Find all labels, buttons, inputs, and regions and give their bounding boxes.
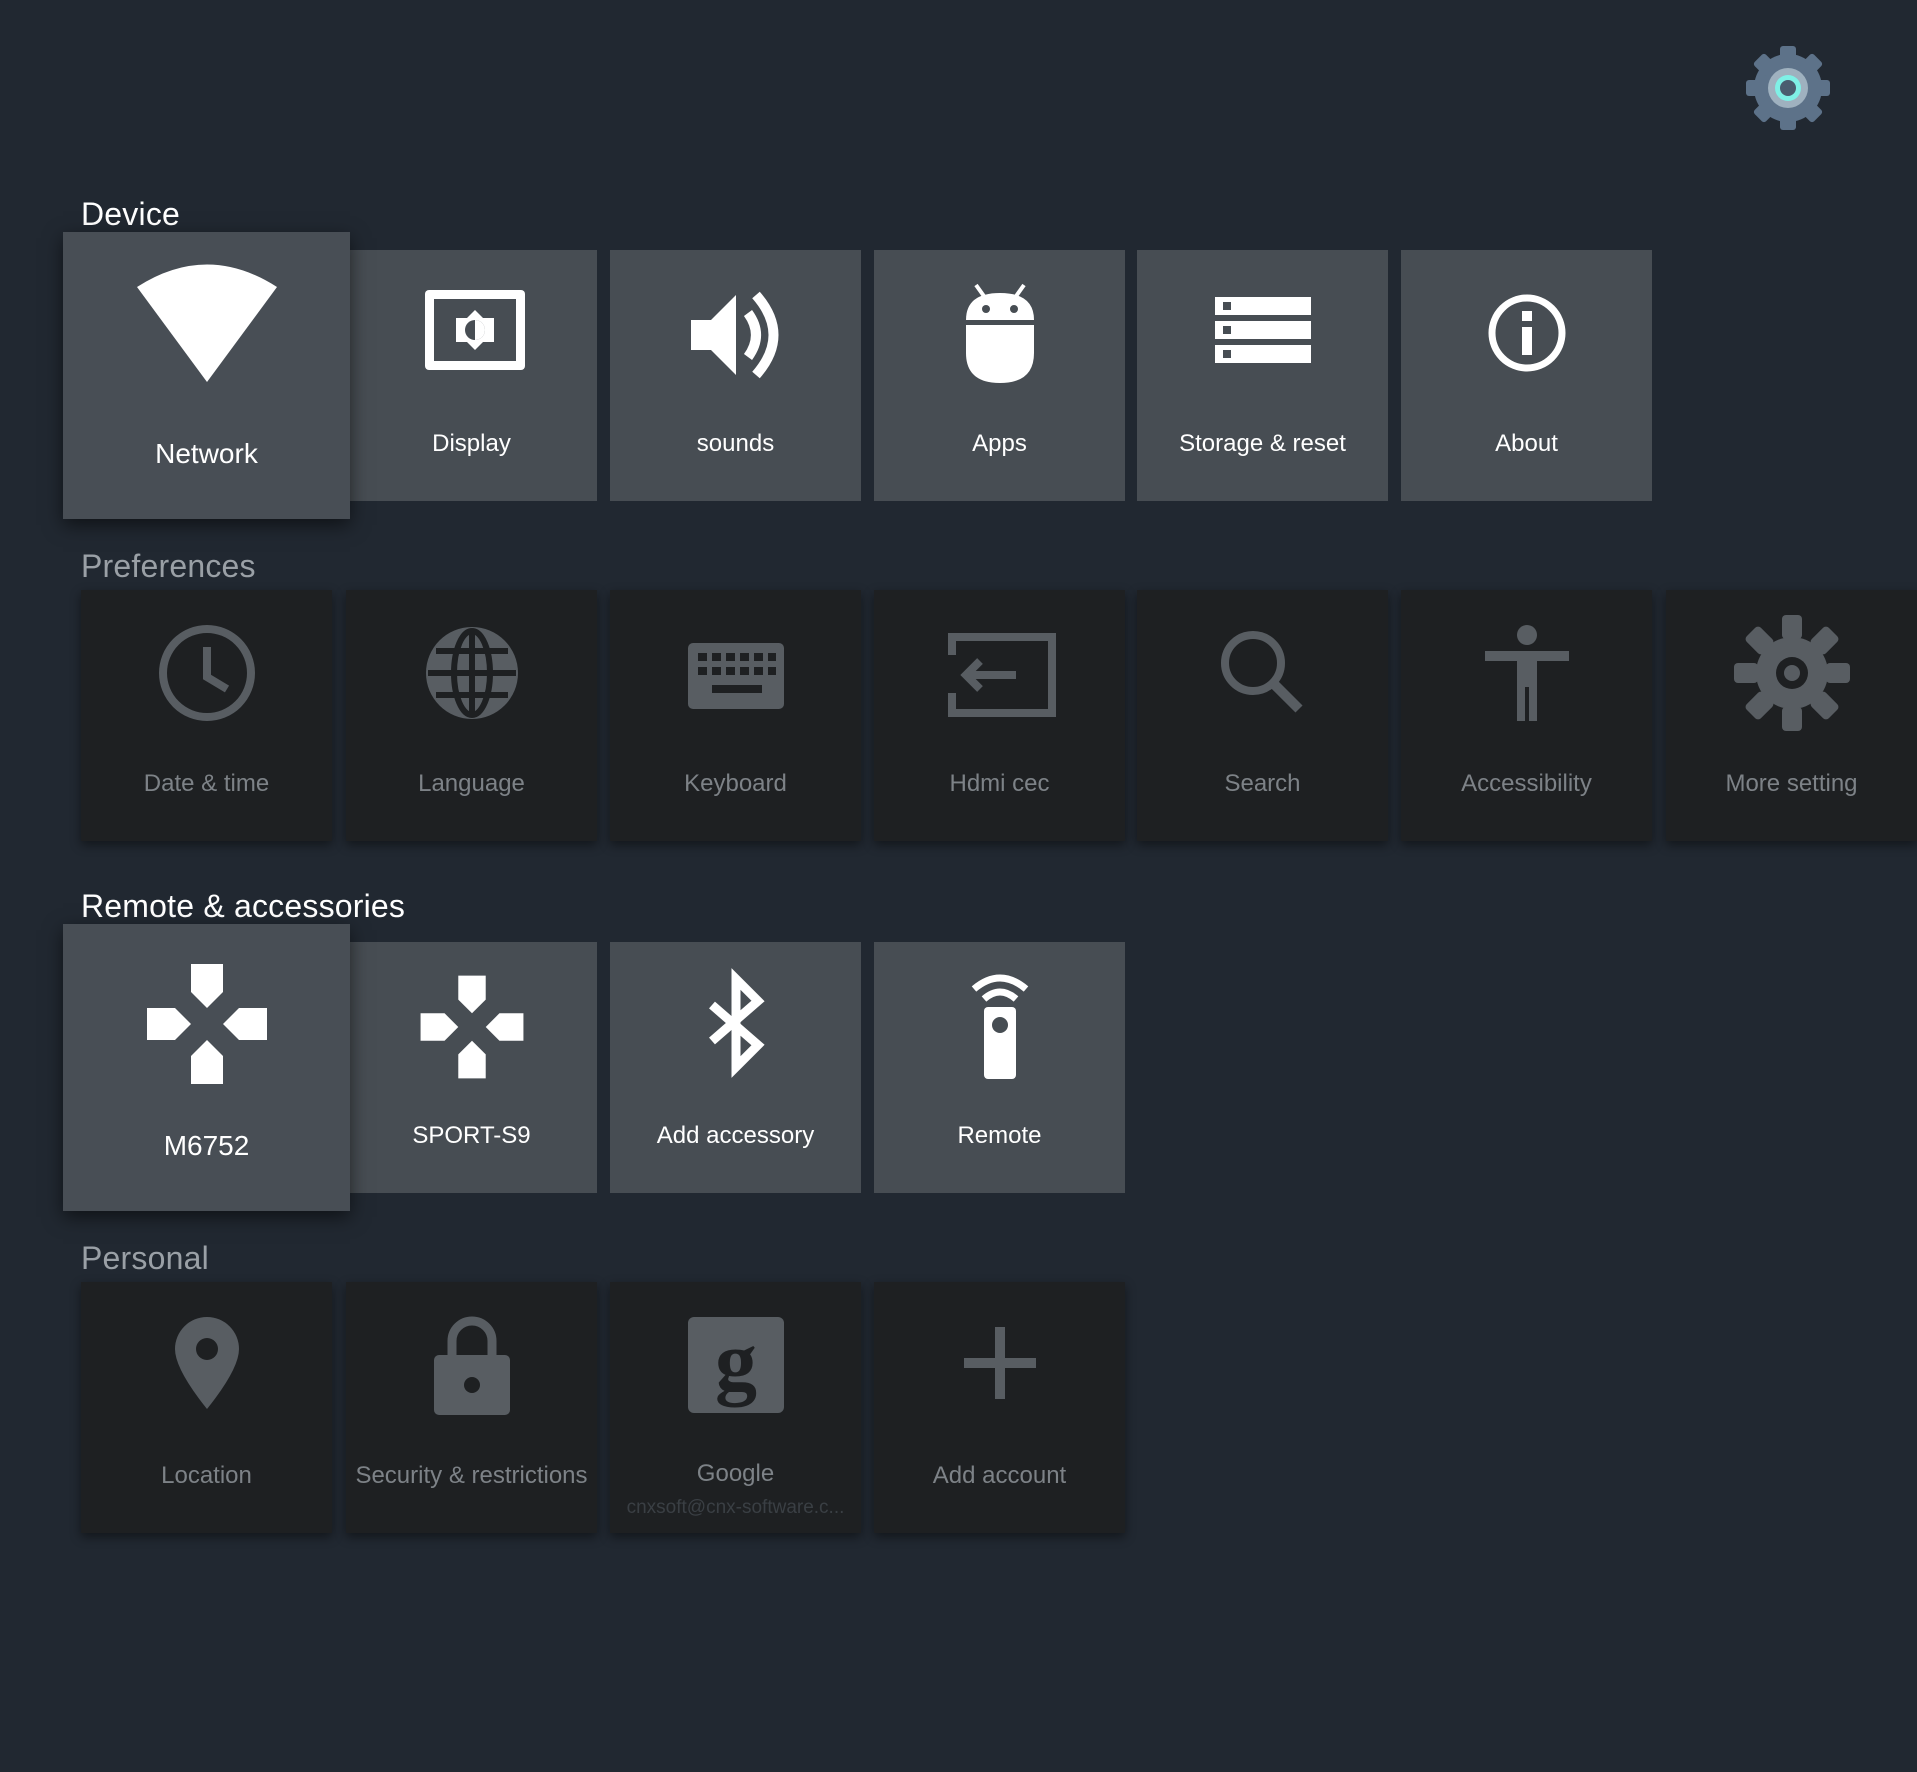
android-icon <box>965 283 1034 383</box>
tile-label: Google <box>696 1460 775 1487</box>
svg-text:g: g <box>715 1315 757 1408</box>
tile-label: Date & time <box>143 770 270 797</box>
remote-icon <box>971 974 1028 1079</box>
wifi-icon <box>136 264 277 382</box>
gamepad-icon <box>146 964 267 1084</box>
tile-add-account[interactable]: Add account <box>874 1282 1125 1533</box>
tile-label: Hdmi cec <box>949 770 1050 797</box>
location-pin-icon <box>174 1317 239 1409</box>
tile-accessibility[interactable]: Accessibility <box>1401 590 1652 841</box>
clock-icon <box>158 625 255 721</box>
tile-security-restrictions[interactable]: Security & restrictions <box>346 1282 597 1533</box>
tile-label: SPORT-S9 <box>412 1122 531 1149</box>
tile-display[interactable]: Display <box>346 250 597 501</box>
tile-label: Apps <box>972 430 1027 457</box>
tile-storage-reset[interactable]: Storage & reset <box>1137 250 1388 501</box>
info-icon <box>1488 294 1565 372</box>
globe-icon <box>425 627 518 719</box>
tile-label: Add accessory <box>656 1122 815 1149</box>
tile-label: Add account <box>932 1462 1067 1489</box>
display-icon <box>424 290 525 370</box>
tile-hdmi-cec[interactable]: Hdmi cec <box>874 590 1125 841</box>
section-title-device: Device <box>81 196 181 232</box>
tile-language[interactable]: Language <box>346 590 597 841</box>
accessibility-icon <box>1484 625 1569 721</box>
volume-icon <box>690 291 778 379</box>
tile-google[interactable]: g Google cnxsoft@cnx-software.c... <box>610 1282 861 1533</box>
tile-label: M6752 <box>163 1130 250 1161</box>
tile-sounds[interactable]: sounds <box>610 250 861 501</box>
tile-label: Location <box>161 1462 252 1489</box>
tile-apps[interactable]: Apps <box>874 250 1125 501</box>
section-title-remote-accessories: Remote & accessories <box>81 888 406 924</box>
keyboard-icon <box>687 643 784 709</box>
plus-icon <box>963 1327 1036 1399</box>
tile-m6752[interactable]: M6752 <box>63 924 350 1211</box>
tile-label: Network <box>155 438 258 469</box>
tile-label: Search <box>1224 770 1301 797</box>
bluetooth-icon <box>708 968 765 1078</box>
tile-label: Security & restrictions <box>355 1462 588 1489</box>
tile-label: Language <box>418 770 525 797</box>
tile-label: sounds <box>696 430 775 457</box>
tile-label: Accessibility <box>1461 770 1592 797</box>
tile-remote[interactable]: Remote <box>874 942 1125 1193</box>
gear-icon <box>1733 615 1850 731</box>
tile-label: Display <box>432 430 511 457</box>
tile-search[interactable]: Search <box>1137 590 1388 841</box>
tile-more-setting[interactable]: More setting <box>1666 590 1917 841</box>
gamepad-icon <box>420 975 523 1079</box>
tile-label: About <box>1495 430 1558 457</box>
section-title-preferences: Preferences <box>81 548 256 584</box>
tile-about[interactable]: About <box>1401 250 1652 501</box>
tile-date-time[interactable]: Date & time <box>81 590 332 841</box>
lock-icon <box>433 1316 510 1415</box>
tile-label: Remote <box>957 1122 1042 1149</box>
section-title-personal: Personal <box>81 1240 209 1276</box>
tile-sport-s9[interactable]: SPORT-S9 <box>346 942 597 1193</box>
storage-icon <box>1214 297 1311 363</box>
tile-network[interactable]: Network <box>63 232 350 519</box>
input-icon <box>947 633 1056 717</box>
tile-add-accessory[interactable]: Add accessory <box>610 942 861 1193</box>
tile-keyboard[interactable]: Keyboard <box>610 590 861 841</box>
tile-label: Storage & reset <box>1179 430 1346 457</box>
google-icon: g <box>687 1315 784 1413</box>
settings-logo-icon <box>1746 46 1830 130</box>
tile-label: Keyboard <box>684 770 787 797</box>
account-email: cnxsoft@cnx-software.c... <box>626 1497 845 1518</box>
tile-location[interactable]: Location <box>81 1282 332 1533</box>
search-icon <box>1220 631 1303 713</box>
tile-label: More setting <box>1725 770 1858 797</box>
